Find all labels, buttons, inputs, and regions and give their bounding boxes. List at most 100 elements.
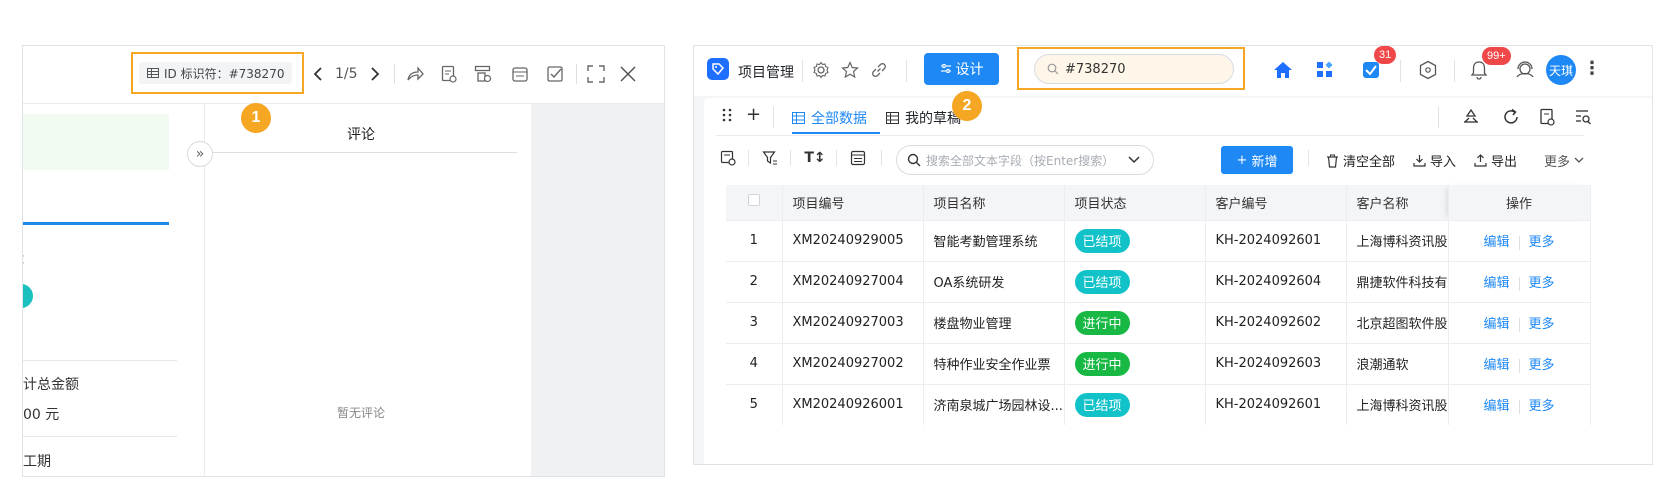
- detail-fields-column: ： 计总金额 00 元 工期: [23, 104, 205, 476]
- edit-link[interactable]: 编辑: [1484, 399, 1510, 414]
- table-row[interactable]: 2 XM20240927004 OA系统研发 已结项 KH-2024092604 鼎捷软件…: [726, 260, 1591, 302]
- toolbar-divider: [836, 150, 837, 166]
- edit-link[interactable]: 编辑: [1484, 276, 1510, 291]
- export-doc-icon[interactable]: [1538, 108, 1556, 126]
- record-pager: 1/5: [335, 66, 358, 82]
- support-icon[interactable]: [1514, 59, 1536, 81]
- more-link[interactable]: 更多: [1529, 235, 1555, 250]
- more-link[interactable]: 更多: [1529, 276, 1555, 291]
- row-height-icon[interactable]: [848, 148, 868, 168]
- column-header[interactable]: 客户编号: [1205, 185, 1347, 220]
- detail-toolbar: ID 标识符：#738270 1/5: [23, 46, 664, 104]
- recycle-icon[interactable]: [1462, 108, 1480, 126]
- project-table: 项目编号 项目名称 项目状态 客户编号 客户名称 操作 1 XM202409290…: [726, 185, 1591, 425]
- table-icon: [147, 68, 159, 78]
- column-header[interactable]: 项目状态: [1064, 185, 1206, 220]
- filter-icon[interactable]: [760, 148, 780, 168]
- row-index: 2: [726, 260, 783, 302]
- more-link[interactable]: 更多: [1529, 399, 1555, 414]
- toolbar-divider: [748, 150, 749, 166]
- row-actions-cell: 编辑 更多: [1448, 260, 1591, 302]
- text-field-search-input[interactable]: 搜索全部文本字段（按Enter搜索）: [896, 145, 1154, 175]
- table-row[interactable]: 1 XM20240929005 智能考勤管理系统 已结项 KH-2024092601 上海…: [726, 219, 1591, 261]
- column-header[interactable]: 项目编号: [782, 185, 924, 220]
- project-status-cell: 已结项: [1064, 383, 1206, 425]
- link-icon[interactable]: [868, 59, 890, 81]
- id-identifier-highlight: ID 标识符：#738270: [131, 52, 304, 94]
- more-actions-label: 更多: [1544, 155, 1571, 170]
- search-list-icon[interactable]: [1574, 108, 1592, 126]
- view-settings-icon[interactable]: [718, 148, 738, 168]
- edit-link[interactable]: 编辑: [1484, 235, 1510, 250]
- close-icon[interactable]: [616, 62, 640, 86]
- comments-title: 评论: [347, 127, 375, 143]
- project-code-cell: XM20240927003: [782, 301, 924, 343]
- calendar-icon[interactable]: [508, 62, 532, 86]
- table-header-row: 项目编号 项目名称 项目状态 客户编号 客户名称 操作: [726, 185, 1591, 220]
- row-index: 3: [726, 301, 783, 343]
- tab-all-data-label: 全部数据: [811, 111, 867, 127]
- text-field-search-placeholder: 搜索全部文本字段（按Enter搜索）: [926, 153, 1115, 168]
- edit-link[interactable]: 编辑: [1484, 317, 1510, 332]
- refresh-icon[interactable]: [1502, 108, 1520, 126]
- expand-panel-button[interactable]: »: [187, 141, 213, 167]
- import-button[interactable]: 导入: [1413, 151, 1456, 170]
- more-actions-button[interactable]: 更多: [1544, 151, 1584, 170]
- share-icon[interactable]: [403, 62, 427, 86]
- app-header: 项目管理 设计 #738270 31 99+ 天琪 ⋮: [694, 46, 1652, 96]
- toolbar-divider: [394, 64, 395, 84]
- more-link[interactable]: 更多: [1529, 317, 1555, 332]
- project-name-cell: 楼盘物业管理: [923, 301, 1065, 343]
- drag-handle-icon[interactable]: [722, 108, 732, 122]
- status-banner: [23, 114, 169, 170]
- prev-record-icon[interactable]: [306, 62, 330, 86]
- table-row[interactable]: 3 XM20240927003 楼盘物业管理 进行中 KH-2024092602 北京超图…: [726, 301, 1591, 343]
- avatar[interactable]: 天琪: [1546, 55, 1576, 85]
- table-row[interactable]: 5 XM20240926001 济南泉城广场园林设... 已结项 KH-20240926…: [726, 383, 1591, 425]
- print-form-icon[interactable]: [437, 62, 461, 86]
- select-all-checkbox[interactable]: [726, 185, 783, 220]
- period-label: 工期: [23, 454, 51, 470]
- table-row[interactable]: 4 XM20240927002 特种作业安全作业票 进行中 KH-2024092603 浪…: [726, 342, 1591, 384]
- home-icon[interactable]: [1272, 59, 1294, 81]
- hexagon-icon[interactable]: [1417, 59, 1439, 81]
- id-identifier-chip[interactable]: ID 标识符：#738270: [139, 62, 293, 84]
- comments-column: 评论 暂无评论: [205, 104, 517, 476]
- tab-all-data[interactable]: 全部数据: [792, 108, 867, 128]
- chevron-down-icon[interactable]: [1127, 155, 1141, 165]
- project-name-cell: 济南泉城广场园林设...: [923, 383, 1065, 425]
- more-link[interactable]: 更多: [1529, 358, 1555, 373]
- clear-all-button[interactable]: 清空全部: [1326, 151, 1395, 170]
- column-header[interactable]: 客户名称: [1346, 185, 1449, 220]
- status-dot: [23, 284, 33, 308]
- field-order-icon[interactable]: T↕: [802, 148, 828, 168]
- fullscreen-icon[interactable]: [584, 62, 608, 86]
- project-code-cell: XM20240926001: [782, 383, 924, 425]
- more-vertical-icon[interactable]: ⋮: [1583, 58, 1601, 79]
- checkbox-icon[interactable]: [543, 62, 567, 86]
- add-view-icon[interactable]: +: [746, 104, 761, 125]
- project-name-cell: 特种作业安全作业票: [923, 342, 1065, 384]
- add-record-button[interactable]: + 新增: [1221, 146, 1293, 174]
- global-search-input[interactable]: #738270: [1034, 54, 1234, 84]
- edit-link[interactable]: 编辑: [1484, 358, 1510, 373]
- star-icon[interactable]: [839, 59, 861, 81]
- settings-icon[interactable]: [810, 59, 832, 81]
- design-button[interactable]: 设计: [924, 53, 999, 85]
- row-index: 1: [726, 219, 783, 261]
- header-divider: [802, 60, 803, 82]
- status-badge: 已结项: [1074, 228, 1130, 253]
- toolbar-divider: [881, 150, 882, 166]
- global-search-value: #738270: [1065, 61, 1126, 77]
- action-divider: [1518, 235, 1520, 250]
- row-index: 4: [726, 342, 783, 384]
- column-header[interactable]: 项目名称: [923, 185, 1065, 220]
- apps-icon[interactable]: [1314, 59, 1336, 81]
- column-header: 操作: [1448, 185, 1591, 220]
- tab-my-drafts[interactable]: 我的草稿: [886, 108, 961, 128]
- export-button[interactable]: 导出: [1474, 151, 1517, 170]
- workflow-icon[interactable]: [471, 62, 495, 86]
- next-record-icon[interactable]: [363, 62, 387, 86]
- client-name-cell: 上海博科资讯股: [1346, 383, 1449, 425]
- plus-icon: +: [1236, 152, 1248, 168]
